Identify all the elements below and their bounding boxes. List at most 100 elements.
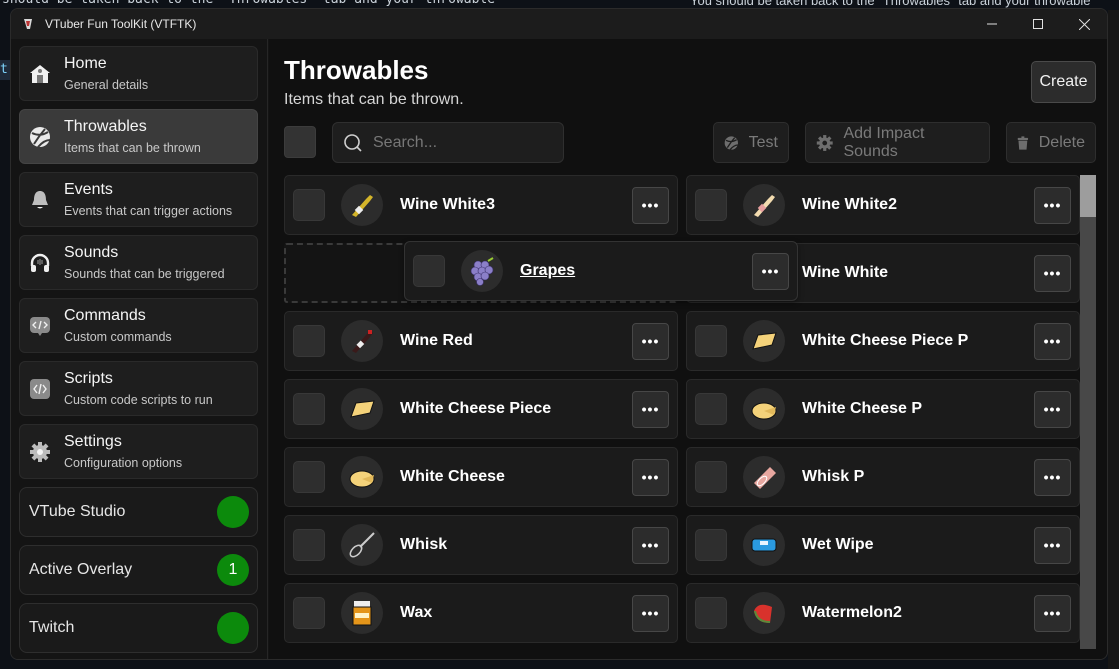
background-left-edge: t [0,10,10,669]
list-scrollbar[interactable] [1080,175,1096,649]
item-checkbox[interactable] [293,325,325,357]
item-checkbox[interactable] [293,189,325,221]
title-bar[interactable]: VTuber Fun ToolKit (VTFTK) [11,9,1107,39]
status-label: Active Overlay [29,561,133,578]
throwable-card[interactable]: Whisk P ••• [686,447,1080,507]
status-indicator [217,612,249,644]
item-checkbox[interactable] [695,189,727,221]
sidebar-item-label: Events [64,180,113,198]
throwable-card[interactable]: Wine Red ••• [284,311,678,371]
more-options-button[interactable]: ••• [632,594,669,632]
sidebar-item-label: Home [64,54,107,72]
app-logo-icon [21,17,35,31]
more-options-button[interactable]: ••• [1034,322,1071,360]
item-checkbox[interactable] [695,325,727,357]
home-icon [20,63,60,85]
item-checkbox[interactable] [293,393,325,425]
whisk-wrapped-icon [743,456,785,498]
sidebar: Home General details Throwables Items th… [11,39,268,659]
maximize-button[interactable] [1015,9,1061,39]
item-checkbox[interactable] [695,461,727,493]
throwable-card[interactable]: Whisk ••• [284,515,678,575]
status-label: VTube Studio [29,503,126,520]
more-options-button[interactable]: ••• [1034,458,1071,496]
dragging-throwable-card[interactable]: Grapes ••• [404,241,798,301]
create-button[interactable]: Create [1031,61,1096,103]
item-checkbox[interactable] [695,597,727,629]
more-options-button[interactable]: ••• [752,252,789,290]
sidebar-item-settings[interactable]: Settings Configuration options [19,424,258,479]
status-vtube-studio: VTube Studio [19,487,258,537]
throwable-card[interactable]: White Cheese P ••• [686,379,1080,439]
sidebar-item-label: Settings [64,432,122,450]
more-options-button[interactable]: ••• [1034,186,1071,224]
throwable-card[interactable]: White Cheese ••• [284,447,678,507]
more-options-button[interactable]: ••• [1034,594,1071,632]
more-options-button[interactable]: ••• [1034,526,1071,564]
background-left-text: should be taken back to the "Throwables"… [2,0,495,7]
sidebar-item-scripts[interactable]: Scripts Custom code scripts to run [19,361,258,416]
sidebar-item-subtitle: Custom commands [64,329,172,344]
item-name: White Cheese Piece [400,400,552,417]
more-options-button[interactable]: ••• [632,186,669,224]
sidebar-item-label: Throwables [64,117,147,135]
throwable-card[interactable]: Wine White3 ••• [284,175,678,235]
close-button[interactable] [1061,9,1107,39]
select-all-checkbox[interactable] [284,126,316,158]
sidebar-item-label: Scripts [64,369,113,387]
item-name: White Cheese [400,468,505,485]
item-name: Wine White2 [802,196,897,213]
item-checkbox[interactable] [293,461,325,493]
whisk-icon [341,524,383,566]
throwable-card[interactable]: Wine White2 ••• [686,175,1080,235]
status-indicator [217,496,249,528]
throwable-card[interactable]: White Cheese Piece ••• [284,379,678,439]
item-checkbox[interactable] [293,597,325,629]
app-window: VTuber Fun ToolKit (VTFTK) Home General … [10,8,1108,660]
status-twitch: Twitch [19,603,258,653]
ball-icon [724,135,739,150]
item-name: Grapes [520,262,576,279]
scrollbar-thumb[interactable] [1080,175,1096,217]
more-options-button[interactable]: ••• [632,526,669,564]
sidebar-item-throwables[interactable]: Throwables Items that can be thrown [19,109,258,164]
search-input[interactable] [373,133,553,152]
more-options-button[interactable]: ••• [632,322,669,360]
item-checkbox[interactable] [695,529,727,561]
sidebar-item-sounds[interactable]: Sounds Sounds that can be triggered [19,235,258,290]
cheese-piece-icon [743,320,785,362]
delete-button[interactable]: Delete [1006,122,1096,163]
throwable-card[interactable]: Wax ••• [284,583,678,643]
watermelon-icon [743,592,785,634]
test-button-label: Test [748,133,778,151]
window-title: VTuber Fun ToolKit (VTFTK) [45,17,197,31]
headphones-icon [20,252,60,274]
delete-button-label: Delete [1038,133,1085,151]
minimize-button[interactable] [969,9,1015,39]
page-subtitle: Items that can be thrown. [284,91,464,108]
more-options-button[interactable]: ••• [1034,254,1071,292]
item-name: Wine Red [400,332,473,349]
background-right-text: You should be taken back to the "Throwab… [690,0,1091,8]
more-options-button[interactable]: ••• [1034,390,1071,428]
add-impact-sounds-button[interactable]: Add Impact Sounds [805,122,990,163]
item-name: Wine White [802,264,889,281]
sidebar-item-commands[interactable]: Commands Custom commands [19,298,258,353]
more-options-button[interactable]: ••• [632,458,669,496]
main-content: Throwables Items that can be thrown. Cre… [269,39,1107,659]
item-name: Whisk [400,536,448,553]
item-checkbox[interactable] [413,255,445,287]
sidebar-item-subtitle: Sounds that can be triggered [64,266,225,281]
item-checkbox[interactable] [293,529,325,561]
more-options-button[interactable]: ••• [632,390,669,428]
item-checkbox[interactable] [695,393,727,425]
sidebar-item-home[interactable]: Home General details [19,46,258,101]
trash-icon [1017,135,1029,150]
sidebar-item-label: Commands [64,306,146,324]
throwable-card[interactable]: White Cheese Piece P ••• [686,311,1080,371]
sidebar-item-events[interactable]: Events Events that can trigger actions [19,172,258,227]
throwable-card[interactable]: Wet Wipe ••• [686,515,1080,575]
throwable-card[interactable]: Watermelon2 ••• [686,583,1080,643]
test-button[interactable]: Test [713,122,789,163]
search-box[interactable] [332,122,564,163]
